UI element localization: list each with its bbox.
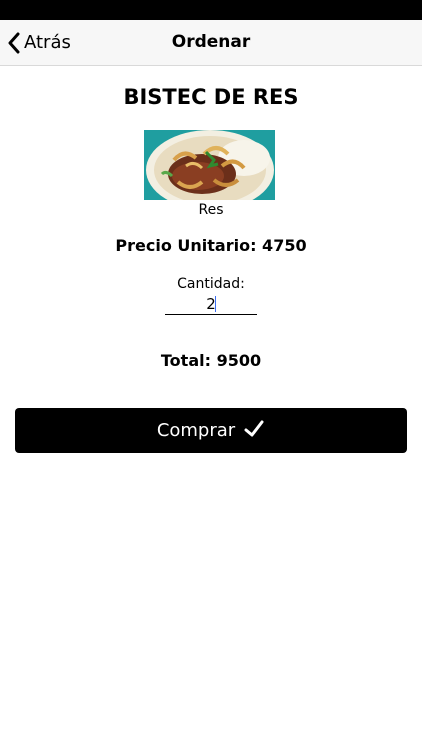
status-bar [0, 0, 422, 20]
total-price: Total: 9500 [160, 351, 262, 370]
text-caret [215, 296, 216, 312]
buy-button[interactable]: Comprar [15, 408, 407, 453]
chevron-left-icon [7, 32, 20, 54]
unit-price: Precio Unitario: 4750 [115, 236, 307, 255]
back-button[interactable]: Atrás [7, 30, 71, 55]
product-category: Res [198, 202, 224, 218]
product-name: BISTEC DE RES [123, 85, 299, 109]
product-image [144, 130, 275, 200]
checkmark-icon [243, 419, 265, 443]
navigation-bar: Atrás Ordenar [0, 20, 422, 66]
back-label: Atrás [24, 32, 71, 53]
buy-button-label: Comprar [156, 420, 236, 441]
quantity-input[interactable] [165, 294, 257, 315]
quantity-label: Cantidad: [177, 276, 245, 292]
